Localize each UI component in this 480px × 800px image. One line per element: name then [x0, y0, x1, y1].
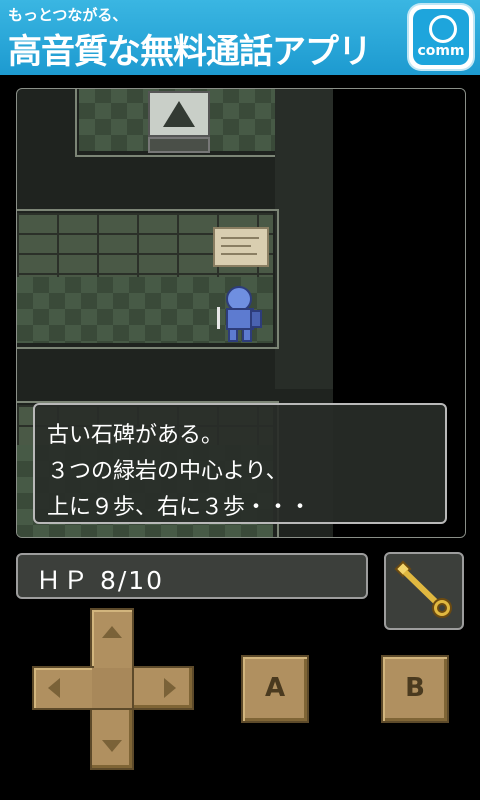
dpad-up[interactable] [90, 608, 134, 670]
dpad-down[interactable] [90, 708, 134, 770]
up-stairs-icon [148, 91, 210, 137]
dialog-line-2: ３つの緑岩の中心より、 [47, 459, 288, 484]
knight-player-icon [217, 285, 265, 345]
banner-tagline: もっとつながる、 [8, 6, 128, 24]
b-button-label: B [405, 673, 425, 703]
hp-text: ＨＰ 8/10 [36, 566, 165, 595]
dpad-left[interactable] [32, 666, 94, 710]
golden-key-icon [394, 560, 452, 618]
left-arrow-icon [48, 678, 60, 698]
b-button[interactable]: B [381, 655, 449, 723]
dpad[interactable] [32, 608, 194, 770]
phone-icon [429, 15, 457, 43]
ad-banner[interactable]: もっとつながる、 高音質な無料通話アプリ comm [0, 0, 480, 75]
item-slot[interactable] [384, 552, 464, 630]
a-button[interactable]: A [241, 655, 309, 723]
banner-headline: 高音質な無料通話アプリ [8, 32, 372, 72]
dialog-line-3: 上に９歩、右に３歩・・・ [47, 495, 312, 520]
up-arrow-icon [102, 626, 122, 638]
hp-status-bar: ＨＰ 8/10 [16, 553, 368, 599]
message-dialog[interactable]: 古い石碑がある。 ３つの緑岩の中心より、 上に９歩、右に３歩・・・ [33, 403, 447, 524]
dpad-right[interactable] [132, 666, 194, 710]
a-button-label: A [264, 673, 286, 703]
app-icon-label: comm [417, 43, 465, 59]
dialog-line-1: 古い石碑がある。 [47, 423, 224, 448]
right-arrow-icon [164, 678, 176, 698]
dark-corridor [275, 89, 333, 389]
down-arrow-icon [102, 740, 122, 752]
comm-app-icon[interactable]: comm [409, 5, 473, 69]
stairs-plaque [148, 137, 210, 153]
dpad-center [92, 668, 132, 708]
stone-tablet-icon [213, 227, 269, 267]
